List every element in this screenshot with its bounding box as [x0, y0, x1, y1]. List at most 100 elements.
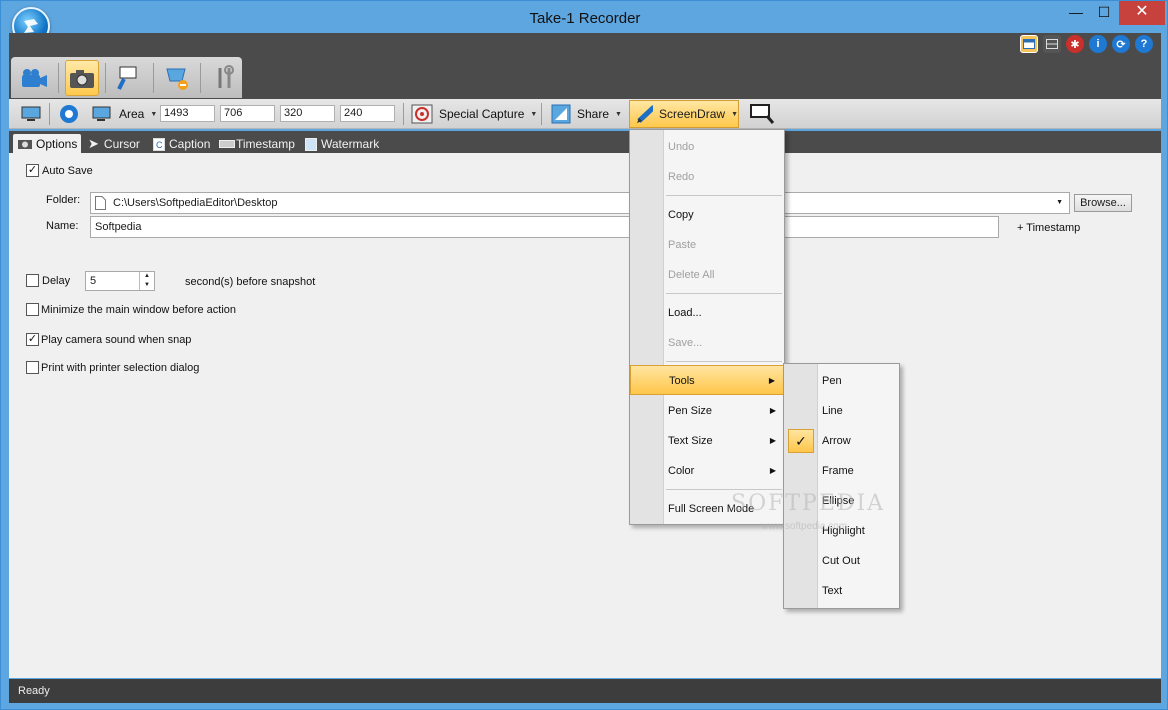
tool-line[interactable]: Line [784, 396, 899, 426]
camera-sound-checkbox[interactable]: ✓ [26, 333, 39, 346]
zoom-button[interactable] [749, 102, 775, 126]
tool-pen[interactable]: Pen [784, 366, 899, 396]
screendraw-label: ScreenDraw [659, 107, 726, 121]
layout-icon[interactable] [1020, 35, 1038, 53]
area-x-input[interactable]: 1493 [160, 105, 215, 122]
tab-cursor[interactable]: ➤ Cursor [84, 134, 144, 154]
submenu-arrow-icon: ▶ [769, 406, 776, 415]
area-height-input[interactable]: 240 [340, 105, 395, 122]
menu-item-redo[interactable]: Redo [630, 162, 784, 192]
tab-caption[interactable]: C Caption [149, 134, 214, 154]
checkmark-icon: ✓ [788, 429, 814, 453]
tab-options[interactable]: Options [13, 134, 82, 154]
magnifier-icon [116, 66, 137, 90]
timestamp-icon [219, 140, 235, 148]
menu-item-color[interactable]: Color ▶ [630, 456, 784, 486]
ribbon-bar: ✱ i ⟳ ? [9, 33, 1161, 99]
divider [105, 62, 107, 93]
delay-stepper[interactable]: 5 ▲ ▼ [85, 271, 155, 291]
folder-label: Folder: [46, 194, 81, 206]
area-label: Area [119, 107, 145, 121]
menu-item-copy[interactable]: Copy [630, 200, 784, 230]
divider [57, 62, 59, 93]
mode-tabs [11, 57, 242, 98]
close-button[interactable]: ✕ [1119, 1, 1165, 25]
screen-tools-button[interactable] [112, 60, 147, 96]
divider [200, 62, 202, 93]
camera-icon [69, 69, 94, 88]
share-mode-button[interactable] [160, 60, 195, 96]
chevron-down-icon: ▼ [530, 110, 538, 118]
settings-button[interactable] [207, 60, 242, 96]
delay-value: 5 [90, 275, 97, 287]
tab-watermark[interactable]: Watermark [301, 134, 383, 154]
menu-item-text-size[interactable]: Text Size ▶ [630, 426, 784, 456]
tool-highlight[interactable]: Highlight [784, 516, 899, 546]
area-width-input[interactable]: 320 [280, 105, 335, 122]
screendraw-dropdown[interactable]: ScreenDraw ▼ [629, 100, 739, 128]
tab-timestamp-label: Timestamp [236, 137, 295, 151]
info-icon[interactable]: i [1089, 35, 1107, 53]
tool-arrow[interactable]: ✓ Arrow [784, 426, 899, 456]
timestamp-link[interactable]: + Timestamp [1017, 222, 1080, 234]
stepper-arrows-icon[interactable]: ▲ ▼ [139, 272, 154, 290]
menu-item-load[interactable]: Load... [630, 298, 784, 328]
pencil-icon [637, 105, 654, 123]
folder-field[interactable]: C:\Users\SoftpediaEditor\Desktop ▼ [90, 192, 1070, 214]
minimize-button[interactable]: — [1061, 1, 1091, 25]
area-dropdown[interactable]: Area ▼ [91, 102, 157, 126]
option-tabs: Options ➤ Cursor C Caption Timestamp Wat… [9, 131, 1161, 154]
status-bar: Ready [9, 679, 1161, 703]
caption-icon: C [153, 137, 165, 151]
menu-item-delete-all[interactable]: Delete All [630, 260, 784, 290]
file-icon [95, 196, 106, 210]
menu-item-undo[interactable]: Undo [630, 132, 784, 162]
title-bar[interactable]: Take-1 Recorder — ☐ ✕ [1, 1, 1168, 45]
tool-frame[interactable]: Frame [784, 456, 899, 486]
share-dropdown[interactable]: Share ▼ [551, 102, 622, 126]
menu-item-full-screen[interactable]: Full Screen Mode [630, 494, 784, 524]
tab-timestamp[interactable]: Timestamp [215, 134, 299, 154]
logo-icon[interactable]: ⟳ [1112, 35, 1130, 53]
capture-toolbar: Area ▼ 1493 706 320 240 Special Capture … [9, 99, 1161, 129]
menu-item-paste[interactable]: Paste [630, 230, 784, 260]
print-checkbox[interactable] [26, 361, 39, 374]
video-camera-icon [22, 68, 48, 87]
share-label: Share [577, 107, 610, 121]
menu-item-tools[interactable]: Tools ▶ [630, 365, 784, 395]
fullscreen-capture-button[interactable] [59, 102, 79, 126]
auto-save-checkbox[interactable]: ✓ [26, 164, 39, 177]
chevron-down-icon: ▼ [731, 110, 738, 118]
shutter-icon [60, 105, 78, 123]
tool-ellipse[interactable]: Ellipse [784, 486, 899, 516]
tool-cut-out[interactable]: Cut Out [784, 546, 899, 576]
tool-text[interactable]: Text [784, 576, 899, 606]
bug-icon[interactable]: ✱ [1066, 35, 1084, 53]
share-icon [551, 104, 571, 124]
app-window: Take-1 Recorder — ☐ ✕ ✱ i ⟳ ? Area ▼ 149… [0, 0, 1168, 710]
name-input[interactable]: Softpedia [90, 216, 999, 238]
maximize-button[interactable]: ☐ [1089, 1, 1119, 25]
delay-checkbox[interactable] [26, 274, 39, 287]
camera-small-icon [18, 140, 32, 149]
cursor-icon: ➤ [88, 136, 99, 151]
submenu-arrow-icon: ▶ [768, 376, 775, 385]
target-icon [411, 104, 433, 124]
area-y-input[interactable]: 706 [220, 105, 275, 122]
help-icon[interactable]: ? [1135, 35, 1153, 53]
grid-icon[interactable] [1043, 35, 1061, 53]
special-capture-dropdown[interactable]: Special Capture ▼ [411, 102, 537, 126]
video-record-button[interactable] [17, 60, 52, 96]
tab-options-label: Options [36, 137, 78, 151]
wrench-icon [218, 64, 234, 88]
tab-caption-label: Caption [169, 137, 211, 151]
minimize-checkbox[interactable] [26, 303, 39, 316]
menu-item-pen-size[interactable]: Pen Size ▶ [630, 396, 784, 426]
folder-path: C:\Users\SoftpediaEditor\Desktop [113, 197, 278, 209]
status-text: Ready [18, 685, 50, 697]
browse-button[interactable]: Browse... [1074, 194, 1132, 212]
menu-item-save[interactable]: Save... [630, 328, 784, 358]
menu-separator [666, 293, 782, 294]
snapshot-button[interactable] [64, 59, 100, 96]
monitor-button[interactable] [21, 102, 41, 126]
